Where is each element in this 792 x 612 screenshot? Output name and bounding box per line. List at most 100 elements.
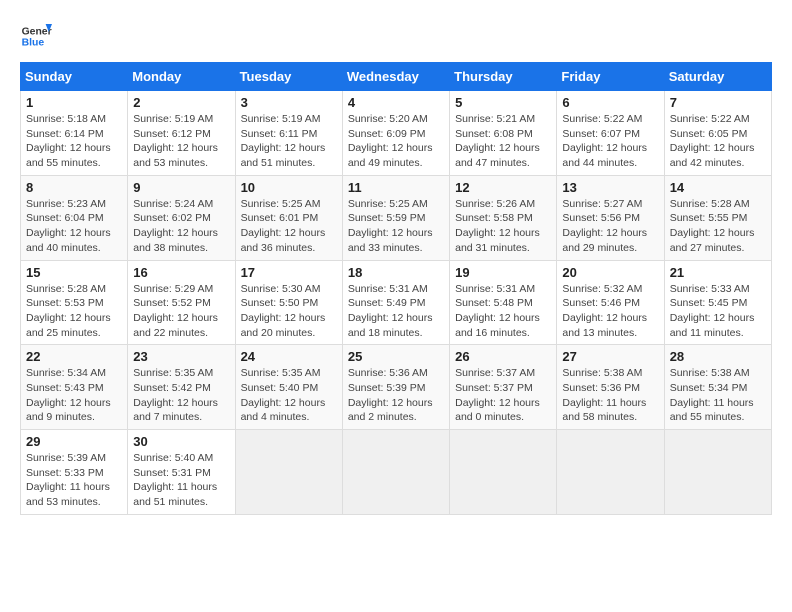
calendar-week-row: 8 Sunrise: 5:23 AM Sunset: 6:04 PM Daylig…	[21, 175, 772, 260]
day-number: 8	[26, 180, 122, 195]
day-info: Sunrise: 5:38 AM Sunset: 5:36 PM Dayligh…	[562, 366, 658, 425]
calendar-cell: 21 Sunrise: 5:33 AM Sunset: 5:45 PM Dayli…	[664, 260, 771, 345]
calendar-cell: 30 Sunrise: 5:40 AM Sunset: 5:31 PM Dayli…	[128, 430, 235, 515]
logo: General Blue	[20, 20, 52, 52]
calendar-table: SundayMondayTuesdayWednesdayThursdayFrid…	[20, 62, 772, 515]
calendar-week-row: 29Sunrise: 5:39 AM Sunset: 5:33 PM Dayli…	[21, 430, 772, 515]
calendar-cell	[664, 430, 771, 515]
calendar-cell: 19 Sunrise: 5:31 AM Sunset: 5:48 PM Dayli…	[450, 260, 557, 345]
day-info: Sunrise: 5:30 AM Sunset: 5:50 PM Dayligh…	[241, 282, 337, 341]
calendar-cell: 8 Sunrise: 5:23 AM Sunset: 6:04 PM Daylig…	[21, 175, 128, 260]
column-header-sunday: Sunday	[21, 63, 128, 91]
day-number: 23	[133, 349, 229, 364]
calendar-cell: 28 Sunrise: 5:38 AM Sunset: 5:34 PM Dayli…	[664, 345, 771, 430]
day-number: 26	[455, 349, 551, 364]
calendar-cell: 7 Sunrise: 5:22 AM Sunset: 6:05 PM Daylig…	[664, 91, 771, 176]
day-info: Sunrise: 5:36 AM Sunset: 5:39 PM Dayligh…	[348, 366, 444, 425]
day-number: 13	[562, 180, 658, 195]
day-number: 19	[455, 265, 551, 280]
calendar-cell: 3 Sunrise: 5:19 AM Sunset: 6:11 PM Daylig…	[235, 91, 342, 176]
calendar-cell: 9 Sunrise: 5:24 AM Sunset: 6:02 PM Daylig…	[128, 175, 235, 260]
calendar-cell: 10 Sunrise: 5:25 AM Sunset: 6:01 PM Dayli…	[235, 175, 342, 260]
day-info: Sunrise: 5:28 AM Sunset: 5:53 PM Dayligh…	[26, 282, 122, 341]
day-info: Sunrise: 5:26 AM Sunset: 5:58 PM Dayligh…	[455, 197, 551, 256]
calendar-cell: 20Sunrise: 5:32 AM Sunset: 5:46 PM Dayli…	[557, 260, 664, 345]
day-number: 30	[133, 434, 229, 449]
day-info: Sunrise: 5:37 AM Sunset: 5:37 PM Dayligh…	[455, 366, 551, 425]
day-number: 15	[26, 265, 122, 280]
calendar-header-row: SundayMondayTuesdayWednesdayThursdayFrid…	[21, 63, 772, 91]
day-info: Sunrise: 5:35 AM Sunset: 5:42 PM Dayligh…	[133, 366, 229, 425]
calendar-cell: 25 Sunrise: 5:36 AM Sunset: 5:39 PM Dayli…	[342, 345, 449, 430]
calendar-cell: 13 Sunrise: 5:27 AM Sunset: 5:56 PM Dayli…	[557, 175, 664, 260]
calendar-cell: 23 Sunrise: 5:35 AM Sunset: 5:42 PM Dayli…	[128, 345, 235, 430]
day-info: Sunrise: 5:22 AM Sunset: 6:07 PM Dayligh…	[562, 112, 658, 171]
calendar-cell: 18Sunrise: 5:31 AM Sunset: 5:49 PM Dayli…	[342, 260, 449, 345]
calendar-cell	[235, 430, 342, 515]
column-header-tuesday: Tuesday	[235, 63, 342, 91]
calendar-cell: 1 Sunrise: 5:18 AM Sunset: 6:14 PM Daylig…	[21, 91, 128, 176]
day-info: Sunrise: 5:40 AM Sunset: 5:31 PM Dayligh…	[133, 451, 229, 510]
day-info: Sunrise: 5:19 AM Sunset: 6:11 PM Dayligh…	[241, 112, 337, 171]
day-number: 28	[670, 349, 766, 364]
calendar-cell: 11Sunrise: 5:25 AM Sunset: 5:59 PM Dayli…	[342, 175, 449, 260]
day-number: 10	[241, 180, 337, 195]
logo-icon: General Blue	[20, 20, 52, 52]
day-info: Sunrise: 5:25 AM Sunset: 6:01 PM Dayligh…	[241, 197, 337, 256]
day-info: Sunrise: 5:33 AM Sunset: 5:45 PM Dayligh…	[670, 282, 766, 341]
calendar-cell: 5Sunrise: 5:21 AM Sunset: 6:08 PM Daylig…	[450, 91, 557, 176]
day-number: 4	[348, 95, 444, 110]
day-number: 1	[26, 95, 122, 110]
calendar-cell	[450, 430, 557, 515]
day-info: Sunrise: 5:23 AM Sunset: 6:04 PM Dayligh…	[26, 197, 122, 256]
day-info: Sunrise: 5:28 AM Sunset: 5:55 PM Dayligh…	[670, 197, 766, 256]
day-info: Sunrise: 5:18 AM Sunset: 6:14 PM Dayligh…	[26, 112, 122, 171]
day-info: Sunrise: 5:31 AM Sunset: 5:49 PM Dayligh…	[348, 282, 444, 341]
day-info: Sunrise: 5:29 AM Sunset: 5:52 PM Dayligh…	[133, 282, 229, 341]
calendar-cell: 15 Sunrise: 5:28 AM Sunset: 5:53 PM Dayli…	[21, 260, 128, 345]
column-header-thursday: Thursday	[450, 63, 557, 91]
column-header-wednesday: Wednesday	[342, 63, 449, 91]
day-info: Sunrise: 5:31 AM Sunset: 5:48 PM Dayligh…	[455, 282, 551, 341]
column-header-monday: Monday	[128, 63, 235, 91]
day-number: 16	[133, 265, 229, 280]
calendar-cell: 14 Sunrise: 5:28 AM Sunset: 5:55 PM Dayli…	[664, 175, 771, 260]
column-header-saturday: Saturday	[664, 63, 771, 91]
calendar-cell: 16 Sunrise: 5:29 AM Sunset: 5:52 PM Dayli…	[128, 260, 235, 345]
day-number: 12	[455, 180, 551, 195]
day-number: 21	[670, 265, 766, 280]
calendar-cell: 4Sunrise: 5:20 AM Sunset: 6:09 PM Daylig…	[342, 91, 449, 176]
day-info: Sunrise: 5:22 AM Sunset: 6:05 PM Dayligh…	[670, 112, 766, 171]
calendar-cell: 2Sunrise: 5:19 AM Sunset: 6:12 PM Daylig…	[128, 91, 235, 176]
day-number: 6	[562, 95, 658, 110]
page-header: General Blue	[20, 20, 772, 52]
day-info: Sunrise: 5:39 AM Sunset: 5:33 PM Dayligh…	[26, 451, 122, 510]
calendar-cell: 26 Sunrise: 5:37 AM Sunset: 5:37 PM Dayli…	[450, 345, 557, 430]
day-number: 9	[133, 180, 229, 195]
calendar-cell: 17 Sunrise: 5:30 AM Sunset: 5:50 PM Dayli…	[235, 260, 342, 345]
day-info: Sunrise: 5:21 AM Sunset: 6:08 PM Dayligh…	[455, 112, 551, 171]
calendar-body: 1 Sunrise: 5:18 AM Sunset: 6:14 PM Daylig…	[21, 91, 772, 515]
day-number: 17	[241, 265, 337, 280]
calendar-cell	[342, 430, 449, 515]
day-info: Sunrise: 5:25 AM Sunset: 5:59 PM Dayligh…	[348, 197, 444, 256]
day-info: Sunrise: 5:24 AM Sunset: 6:02 PM Dayligh…	[133, 197, 229, 256]
calendar-week-row: 22Sunrise: 5:34 AM Sunset: 5:43 PM Dayli…	[21, 345, 772, 430]
calendar-cell: 12 Sunrise: 5:26 AM Sunset: 5:58 PM Dayli…	[450, 175, 557, 260]
calendar-cell: 24Sunrise: 5:35 AM Sunset: 5:40 PM Dayli…	[235, 345, 342, 430]
calendar-week-row: 1 Sunrise: 5:18 AM Sunset: 6:14 PM Daylig…	[21, 91, 772, 176]
day-number: 25	[348, 349, 444, 364]
day-number: 7	[670, 95, 766, 110]
day-info: Sunrise: 5:38 AM Sunset: 5:34 PM Dayligh…	[670, 366, 766, 425]
column-header-friday: Friday	[557, 63, 664, 91]
calendar-cell: 27Sunrise: 5:38 AM Sunset: 5:36 PM Dayli…	[557, 345, 664, 430]
day-info: Sunrise: 5:32 AM Sunset: 5:46 PM Dayligh…	[562, 282, 658, 341]
calendar-cell	[557, 430, 664, 515]
day-number: 14	[670, 180, 766, 195]
day-info: Sunrise: 5:19 AM Sunset: 6:12 PM Dayligh…	[133, 112, 229, 171]
day-number: 3	[241, 95, 337, 110]
day-info: Sunrise: 5:27 AM Sunset: 5:56 PM Dayligh…	[562, 197, 658, 256]
calendar-cell: 29Sunrise: 5:39 AM Sunset: 5:33 PM Dayli…	[21, 430, 128, 515]
day-number: 24	[241, 349, 337, 364]
svg-text:Blue: Blue	[22, 38, 45, 49]
